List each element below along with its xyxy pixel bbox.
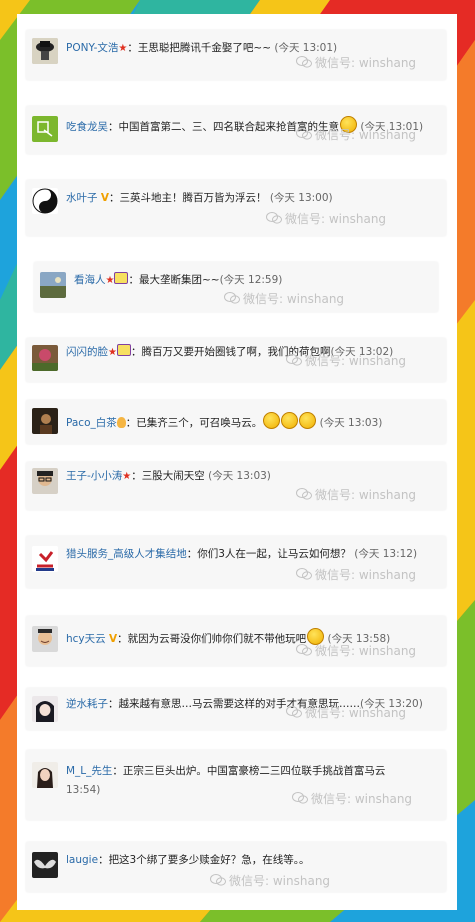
comment-card: 逆水耗子：越来越有意思…马云需要这样的对手才有意思玩……(今天 13:20) 微… (26, 688, 446, 730)
comment-username[interactable]: 看海人 (74, 274, 106, 286)
v-badge: V (109, 633, 118, 645)
star-icon: ★ (118, 43, 128, 54)
comment-username[interactable]: laugie (66, 854, 98, 866)
comment-text: 最大垄断集团~~ (138, 274, 220, 286)
dark-portrait-avatar[interactable] (32, 408, 58, 434)
woman-portrait-avatar[interactable] (32, 762, 58, 788)
watermark: 微信号: winshang (292, 790, 412, 807)
wechat-icon (266, 212, 282, 224)
comment-username[interactable]: hcy天云 (66, 633, 106, 645)
tv-icon (114, 272, 129, 284)
wechat-icon (292, 792, 308, 804)
comment-text: 把这3个绑了要多少赎金好？急，在线等。。 (108, 854, 310, 866)
comment-username[interactable]: Paco_白茶 (66, 417, 117, 429)
comment-line: 看海人★ ：最大垄断集团~~(今天 12:59) (74, 272, 283, 286)
watermark: 微信号: winshang (210, 872, 330, 889)
comment-time: (今天 13:03) (208, 470, 271, 482)
star-icon: ★ (122, 471, 132, 482)
comment-text: 你们3人在一起，让马云如何想？ (197, 548, 351, 560)
comment-line: 水叶子 V：三英斗地主！腾百万皆为浮云！ (今天 13:00) (66, 192, 333, 204)
comment-card: laugie：把这3个绑了要多少赎金好？急，在线等。。 微信号: winshan… (26, 842, 446, 892)
comment-card: M_L_先生：正宗三巨头出炉。中国富豪榜二三四位联手挑战首富马云 13:54) 微… (26, 750, 446, 820)
comment-username[interactable]: PONY-文浩 (66, 42, 118, 54)
wechat-icon (210, 874, 226, 886)
comment-username[interactable]: M_L_先生 (66, 765, 112, 777)
bulb-icon (116, 417, 126, 428)
landscape-avatar[interactable] (40, 272, 66, 298)
watermark: 微信号: winshang (286, 704, 406, 721)
watermark: 微信号: winshang (286, 352, 406, 369)
wechat-icon (296, 488, 312, 500)
wings-avatar[interactable] (32, 852, 58, 878)
comment-time: (今天 12:59) (219, 274, 283, 286)
star-icon: ★ (105, 275, 115, 286)
comment-text: 王思聪把腾讯千金娶了吧~~ (137, 42, 271, 54)
comment-line: 王子-小小涛★：三股大闹天空 (今天 13:03) (66, 470, 271, 482)
glasses-person-avatar[interactable] (32, 468, 58, 494)
comment-username[interactable]: 逆水耗子 (66, 698, 108, 710)
comment-line: Paco_白茶 ：已集齐三个，可召唤马云。 (今天 13:03) (66, 412, 440, 433)
comment-card: Paco_白茶 ：已集齐三个，可召唤马云。 (今天 13:03) (26, 400, 446, 444)
corner-watermark: 微信号: winshang (310, 892, 438, 911)
smiling-man-avatar[interactable] (32, 626, 58, 652)
comment-username[interactable]: 王子-小小涛 (66, 470, 122, 482)
comment-line: laugie：把这3个绑了要多少赎金好？急，在线等。。 (66, 854, 310, 866)
wechat-icon (224, 292, 240, 304)
comment-time: (今天 13:00) (269, 192, 333, 204)
watermark: 微信号: winshang (296, 566, 416, 583)
comment-username[interactable]: 水叶子 (66, 192, 98, 204)
watermark: 微信号: winshang (296, 486, 416, 503)
green-logo-avatar[interactable] (32, 116, 58, 142)
comment-time: (今天 13:12) (354, 548, 418, 560)
comment-time: (今天 13:01) (274, 42, 338, 54)
grin-emoji (299, 412, 317, 429)
comment-card: 吃食龙吴：中国首富第二、三、四名联合起来抢首富的生意 (今天 13:01) 微信… (26, 106, 446, 154)
comment-text: 三股大闹天空 (141, 470, 205, 482)
comment-time: (今天 13:03) (319, 417, 383, 429)
comment-username[interactable]: 吃食龙吴 (66, 121, 108, 133)
comment-text: 就因为云哥没你们帅你们就不带他玩吧 (127, 633, 307, 645)
hat-person-avatar[interactable] (32, 38, 58, 64)
comment-text: 三英斗地主！腾百万皆为浮云！ (119, 192, 267, 204)
comment-card: PONY-文浩★：王思聪把腾讯千金娶了吧~~ (今天 13:01) 微信号: w… (26, 30, 446, 80)
wechat-icon (296, 56, 312, 68)
wechat-icon (310, 896, 326, 908)
watermark: 微信号: winshang (296, 642, 416, 659)
v-badge: V (100, 192, 109, 204)
watermark: 微信号: winshang (224, 290, 344, 307)
flower-avatar[interactable] (32, 345, 58, 371)
comment-card: 闪闪的脸★ ：腾百万又要开始圈钱了啊，我们的荷包啊(今天 13:02) 微信号: … (26, 338, 446, 382)
comment-line: 猎头服务_高级人才集结地：你们3人在一起，让马云如何想？ (今天 13:12) (66, 548, 418, 560)
yin-yang-avatar[interactable] (32, 188, 58, 214)
anime-girl-avatar[interactable] (32, 696, 58, 722)
comment-username[interactable]: 闪闪的脸 (66, 346, 108, 358)
comment-card: 王子-小小涛★：三股大闹天空 (今天 13:03) 微信号: winshang (26, 462, 446, 510)
comment-card: 水叶子 V：三英斗地主！腾百万皆为浮云！ (今天 13:00) 微信号: win… (26, 180, 446, 236)
star-icon: ★ (108, 347, 117, 358)
watermark: 微信号: winshang (296, 126, 416, 143)
comment-time: 13:54) (66, 784, 101, 796)
wechat-icon (296, 568, 312, 580)
comment-username[interactable]: 猎头服务_高级人才集结地 (66, 548, 187, 560)
wechat-icon (286, 354, 302, 366)
grin-emoji (281, 412, 299, 429)
comment-card: hcy天云 V：就因为云哥没你们帅你们就不带他玩吧 (今天 13:58) 微信号… (26, 616, 446, 666)
comment-text: 正宗三巨头出炉。中国富豪榜二三四位联手挑战首富马云 (122, 765, 386, 777)
grin-emoji (263, 412, 281, 429)
comment-card: 看海人★ ：最大垄断集团~~(今天 12:59) 微信号: winshang (34, 262, 438, 312)
watermark: 微信号: winshang (266, 210, 386, 227)
wechat-icon (296, 128, 312, 140)
comment-card: 猎头服务_高级人才集结地：你们3人在一起，让马云如何想？ (今天 13:12) … (26, 536, 446, 588)
tv-icon (116, 344, 131, 356)
comment-text: 已集齐三个，可召唤马云。 (136, 417, 263, 429)
wechat-icon (296, 644, 312, 656)
wechat-icon (286, 706, 302, 718)
red-logo-avatar[interactable] (32, 546, 58, 572)
watermark: 微信号: winshang (296, 54, 416, 71)
